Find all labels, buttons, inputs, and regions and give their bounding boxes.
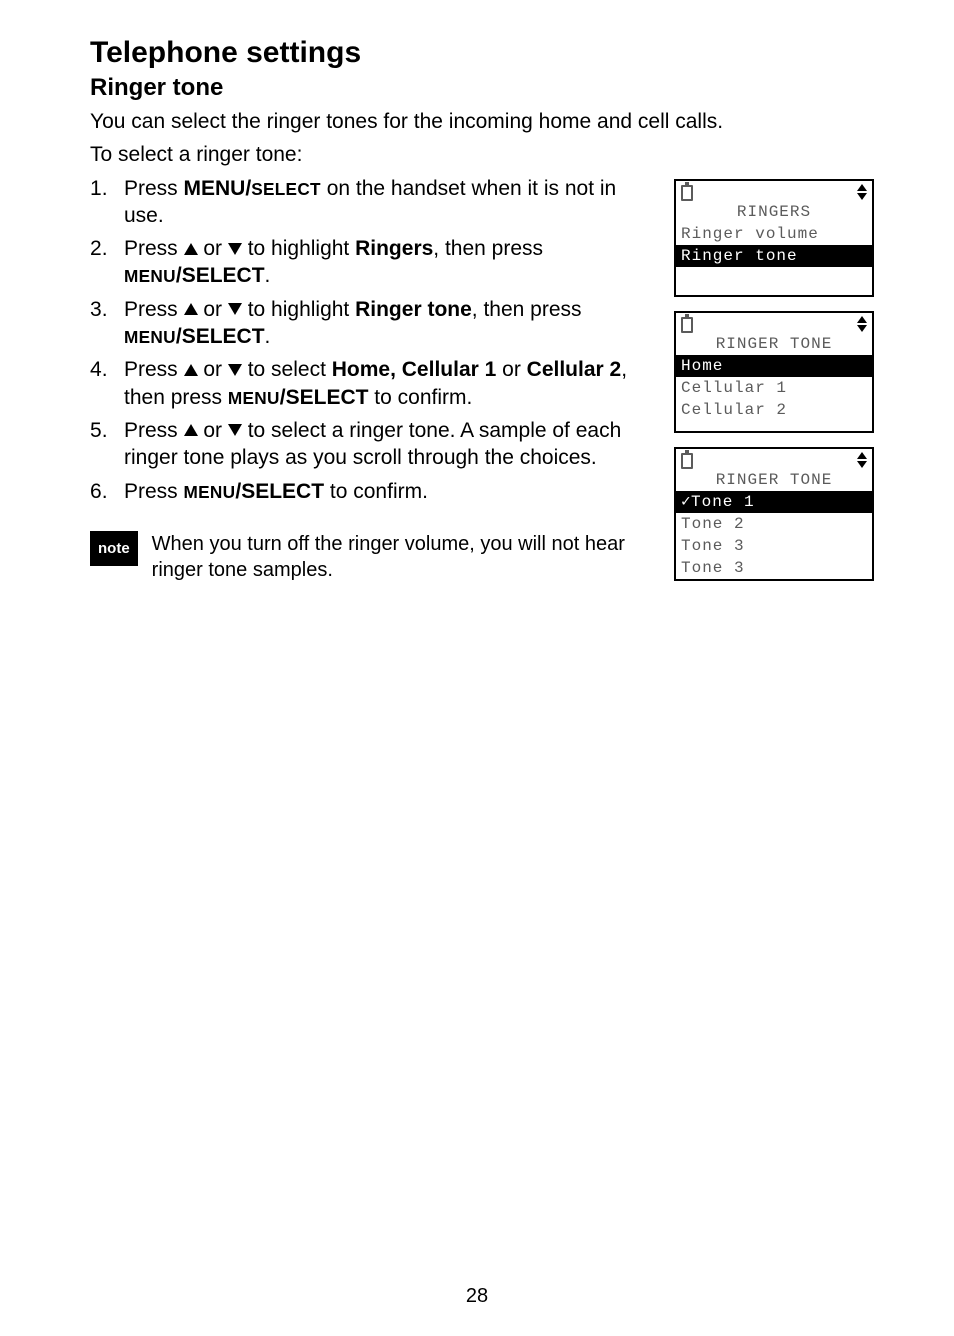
step-text: or xyxy=(198,298,228,321)
step-text: to select xyxy=(242,358,332,381)
select-label: /SELECT xyxy=(235,480,324,503)
page-number: 28 xyxy=(0,1285,954,1308)
down-arrow-icon xyxy=(228,303,242,315)
step-text: to confirm. xyxy=(368,386,472,409)
step-text: or xyxy=(198,419,228,442)
menu-label: MENU xyxy=(124,266,176,286)
up-arrow-icon xyxy=(184,243,198,255)
lcd-title: RINGERS xyxy=(676,203,872,223)
ringers-label: Ringers xyxy=(355,237,433,260)
menu-label: MENU xyxy=(124,327,176,347)
lcd-screen-ringers: RINGERS Ringer volume Ringer tone xyxy=(674,179,874,297)
lcd-screen-ringer-tone-lines: RINGER TONE Home Cellular 1 Cellular 2 xyxy=(674,311,874,433)
lcd-status-bar xyxy=(676,313,872,335)
lcd-row: Ringer volume xyxy=(676,223,872,245)
step-text: Press xyxy=(124,480,184,503)
step-text: Press xyxy=(124,358,184,381)
step-5: Press or to select a ringer tone. A samp… xyxy=(90,417,656,472)
cellular2-label: Cellular 2 xyxy=(527,358,622,381)
lcd-row: Tone 2 xyxy=(676,513,872,535)
step-text: to confirm. xyxy=(324,480,428,503)
up-arrow-icon xyxy=(184,364,198,376)
step-text: Press xyxy=(124,177,184,200)
battery-icon xyxy=(681,185,693,201)
screens-column: RINGERS Ringer volume Ringer tone RINGER… xyxy=(674,175,894,595)
step-2: Press or to highlight Ringers, then pres… xyxy=(90,235,656,290)
step-text: Press xyxy=(124,419,184,442)
step-text: or xyxy=(198,237,228,260)
lcd-padding xyxy=(676,421,872,431)
updown-icon xyxy=(857,184,867,200)
step-text: to highlight xyxy=(242,298,355,321)
down-arrow-icon xyxy=(228,364,242,376)
step-text: Press xyxy=(124,237,184,260)
select-label: SELECT xyxy=(251,179,321,199)
section-subheading: Ringer tone xyxy=(90,74,894,102)
step-6: Press MENU/SELECT to confirm. xyxy=(90,478,656,505)
menu-label: MENU xyxy=(184,482,236,502)
intro-line-2: To select a ringer tone: xyxy=(90,141,894,168)
lcd-row: Tone 3 xyxy=(676,557,872,579)
select-label: /SELECT xyxy=(280,386,369,409)
step-text: , then press xyxy=(433,237,543,260)
battery-icon xyxy=(681,453,693,469)
lcd-status-bar xyxy=(676,181,872,203)
down-arrow-icon xyxy=(228,424,242,436)
lcd-row-selected: ✓Tone 1 xyxy=(676,491,872,513)
step-1: Press MENU/SELECT on the handset when it… xyxy=(90,175,656,230)
lcd-title: RINGER TONE xyxy=(676,471,872,491)
up-arrow-icon xyxy=(184,303,198,315)
options-label: Home, Cellular 1 xyxy=(332,358,497,381)
lcd-row: Cellular 1 xyxy=(676,377,872,399)
lcd-row-selected: Ringer tone xyxy=(676,245,872,267)
select-label: /SELECT xyxy=(176,325,265,348)
lcd-status-bar xyxy=(676,449,872,471)
period: . xyxy=(265,264,271,287)
note-badge: note xyxy=(90,531,138,566)
lcd-row-text: Tone 1 xyxy=(691,493,755,511)
step-text: Press xyxy=(124,298,184,321)
manual-page: Telephone settings Ringer tone You can s… xyxy=(0,0,954,1336)
step-4: Press or to select Home, Cellular 1 or C… xyxy=(90,356,656,411)
lcd-screen-ringer-tone-tones: RINGER TONE ✓Tone 1 Tone 2 Tone 3 Tone 3 xyxy=(674,447,874,581)
lcd-title: RINGER TONE xyxy=(676,335,872,355)
page-heading: Telephone settings xyxy=(90,36,894,70)
up-arrow-icon xyxy=(184,424,198,436)
menu-label: MENU xyxy=(228,388,280,408)
battery-icon xyxy=(681,317,693,333)
down-arrow-icon xyxy=(228,243,242,255)
note-block: note When you turn off the ringer volume… xyxy=(90,531,656,583)
lcd-row: Cellular 2 xyxy=(676,399,872,421)
menu-label: MENU/ xyxy=(184,177,252,200)
checkmark-icon: ✓ xyxy=(681,492,691,512)
content-columns: Press MENU/SELECT on the handset when it… xyxy=(90,175,894,595)
step-text: to highlight xyxy=(242,237,355,260)
lcd-row-selected: Home xyxy=(676,355,872,377)
step-text: or xyxy=(496,358,526,381)
steps-list: Press MENU/SELECT on the handset when it… xyxy=(90,175,656,505)
lcd-padding xyxy=(676,267,872,295)
updown-icon xyxy=(857,316,867,332)
lcd-row: Tone 3 xyxy=(676,535,872,557)
select-label: /SELECT xyxy=(176,264,265,287)
period: . xyxy=(265,325,271,348)
intro-line-1: You can select the ringer tones for the … xyxy=(90,108,894,135)
updown-icon xyxy=(857,452,867,468)
step-3: Press or to highlight Ringer tone, then … xyxy=(90,296,656,351)
step-text: or xyxy=(198,358,228,381)
note-text: When you turn off the ringer volume, you… xyxy=(152,531,656,583)
step-text: , then press xyxy=(472,298,582,321)
instructions-column: Press MENU/SELECT on the handset when it… xyxy=(90,175,674,583)
ringer-tone-label: Ringer tone xyxy=(355,298,472,321)
